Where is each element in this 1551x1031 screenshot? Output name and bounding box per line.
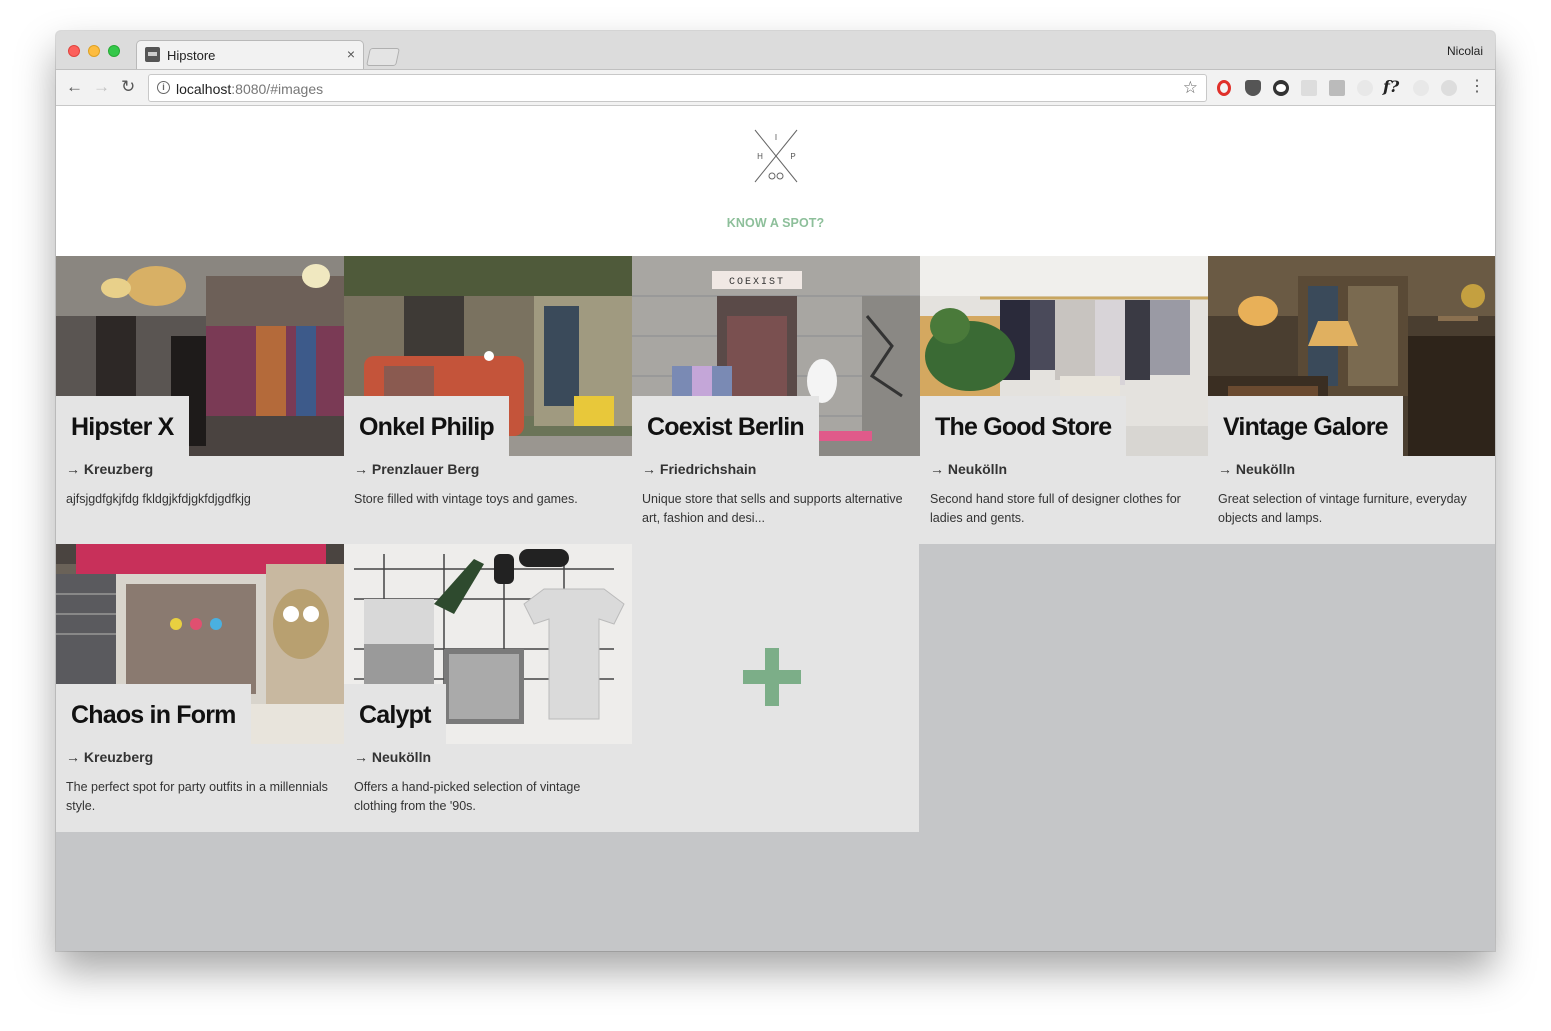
url-host: localhost	[176, 81, 232, 97]
bookmark-star-icon[interactable]: ☆	[1183, 78, 1198, 98]
pocket-extension-icon[interactable]	[1245, 80, 1261, 96]
browser-window: Hipstore × Nicolai ← → ↻ i localhost:808…	[56, 31, 1495, 951]
hip-logo[interactable]: I H P	[753, 128, 799, 184]
circle-extension-icon[interactable]	[1413, 80, 1429, 96]
store-title-box: Coexist Berlin	[632, 396, 819, 456]
site-header: I H P KNOW A SPOT?	[56, 106, 1495, 256]
store-name[interactable]: Chaos in Form	[71, 684, 236, 746]
store-title-box: Hipster X	[56, 396, 189, 456]
window-close-button[interactable]	[68, 45, 80, 57]
tab-hipstore[interactable]: Hipstore ×	[136, 40, 364, 69]
store-district: → Kreuzberg	[66, 749, 154, 765]
reload-icon[interactable]: ↻	[121, 78, 135, 96]
circle-extension-icon-2[interactable]	[1441, 80, 1457, 96]
store-description: Second hand store full of designer cloth…	[930, 492, 1181, 525]
coexist-sign: COEXIST	[729, 277, 785, 288]
store-description: Unique store that sells and supports alt…	[642, 492, 903, 525]
store-description: Great selection of vintage furniture, ev…	[1218, 492, 1467, 525]
store-card[interactable]: Chaos in Form → Kreuzberg The perfect sp…	[56, 544, 344, 832]
store-name[interactable]: Calypt	[359, 684, 431, 746]
profile-name[interactable]: Nicolai	[1447, 44, 1483, 58]
store-card[interactable]: Onkel Philip → Prenzlauer Berg Store fil…	[344, 256, 632, 544]
logo-mark-icon: I H P	[754, 129, 798, 183]
store-title-box: Vintage Galore	[1208, 396, 1403, 456]
store-title-box: Chaos in Form	[56, 684, 251, 744]
store-district: → Prenzlauer Berg	[354, 461, 480, 477]
store-title-box: Calypt	[344, 684, 446, 744]
new-tab-button[interactable]	[366, 48, 400, 66]
store-district: → Neukölln	[1218, 461, 1296, 477]
store-description: The perfect spot for party outfits in a …	[66, 780, 328, 813]
browser-menu-icon[interactable]: ⋮	[1469, 76, 1485, 95]
swirl-extension-icon[interactable]	[1357, 80, 1373, 96]
panda-extension-icon[interactable]	[1273, 80, 1289, 96]
store-name[interactable]: Coexist Berlin	[647, 396, 805, 458]
url-path: :8080/#images	[231, 81, 324, 97]
store-title-box: Onkel Philip	[344, 396, 509, 456]
store-district: → Neukölln	[930, 461, 1008, 477]
store-description: Store filled with vintage toys and games…	[354, 492, 578, 506]
whatfont-extension-icon[interactable]: f?	[1383, 77, 1403, 96]
tab-title: Hipstore	[167, 48, 216, 63]
store-name[interactable]: Hipster X	[71, 396, 174, 458]
add-store-button[interactable]	[632, 544, 919, 832]
store-card[interactable]: Calypt → Neukölln Offers a hand-picked s…	[344, 544, 632, 832]
address-bar[interactable]: i localhost:8080/#images ☆	[148, 74, 1207, 102]
store-card[interactable]: The Good Store → Neukölln Second hand st…	[920, 256, 1208, 544]
logo-letter-p: P	[790, 152, 795, 161]
page-content: I H P KNOW A SPOT? Hipster X → Kreuzberg…	[56, 106, 1495, 951]
opera-extension-icon[interactable]	[1217, 80, 1231, 96]
store-name[interactable]: Vintage Galore	[1223, 396, 1389, 458]
store-title-box: The Good Store	[920, 396, 1127, 458]
store-card[interactable]: Vintage Galore → Neukölln Great selectio…	[1208, 256, 1495, 544]
store-description: ajfsjgdfgkjfdg fkldgjkfdjgkfdjgdfkjg	[66, 492, 251, 506]
logo-letter-h: H	[757, 152, 763, 161]
store-district: → Neukölln	[354, 749, 432, 765]
favicon-icon	[145, 47, 160, 62]
plus-icon-horizontal	[743, 670, 801, 684]
store-card[interactable]: COEXIST Coexist Berlin → Friedrichshain	[632, 256, 920, 544]
know-a-spot-link[interactable]: KNOW A SPOT?	[56, 216, 1495, 230]
store-district: → Kreuzberg	[66, 461, 154, 477]
store-name[interactable]: The Good Store	[935, 396, 1112, 458]
info-icon[interactable]: i	[157, 81, 170, 94]
back-arrow-icon[interactable]: ←	[66, 78, 83, 96]
forward-arrow-icon[interactable]: →	[93, 78, 110, 96]
store-description: Offers a hand-picked selection of vintag…	[354, 780, 581, 813]
browser-toolbar: ← → ↻ i localhost:8080/#images ☆ f? ⋮	[56, 69, 1495, 106]
tab-bar: Hipstore × Nicolai	[56, 31, 1495, 69]
store-district: → Friedrichshain	[642, 461, 757, 477]
url-text[interactable]: localhost:8080/#images	[176, 81, 323, 97]
store-name[interactable]: Onkel Philip	[359, 396, 495, 458]
window-maximize-button[interactable]	[108, 45, 120, 57]
store-card[interactable]: Hipster X → Kreuzberg ajfsjgdfgkjfdg fkl…	[56, 256, 344, 544]
logo-letter-i: I	[775, 133, 777, 142]
grid-extension-icon[interactable]	[1301, 80, 1317, 96]
window-minimize-button[interactable]	[88, 45, 100, 57]
tab-close-icon[interactable]: ×	[347, 46, 355, 62]
square-extension-icon[interactable]	[1329, 80, 1345, 96]
